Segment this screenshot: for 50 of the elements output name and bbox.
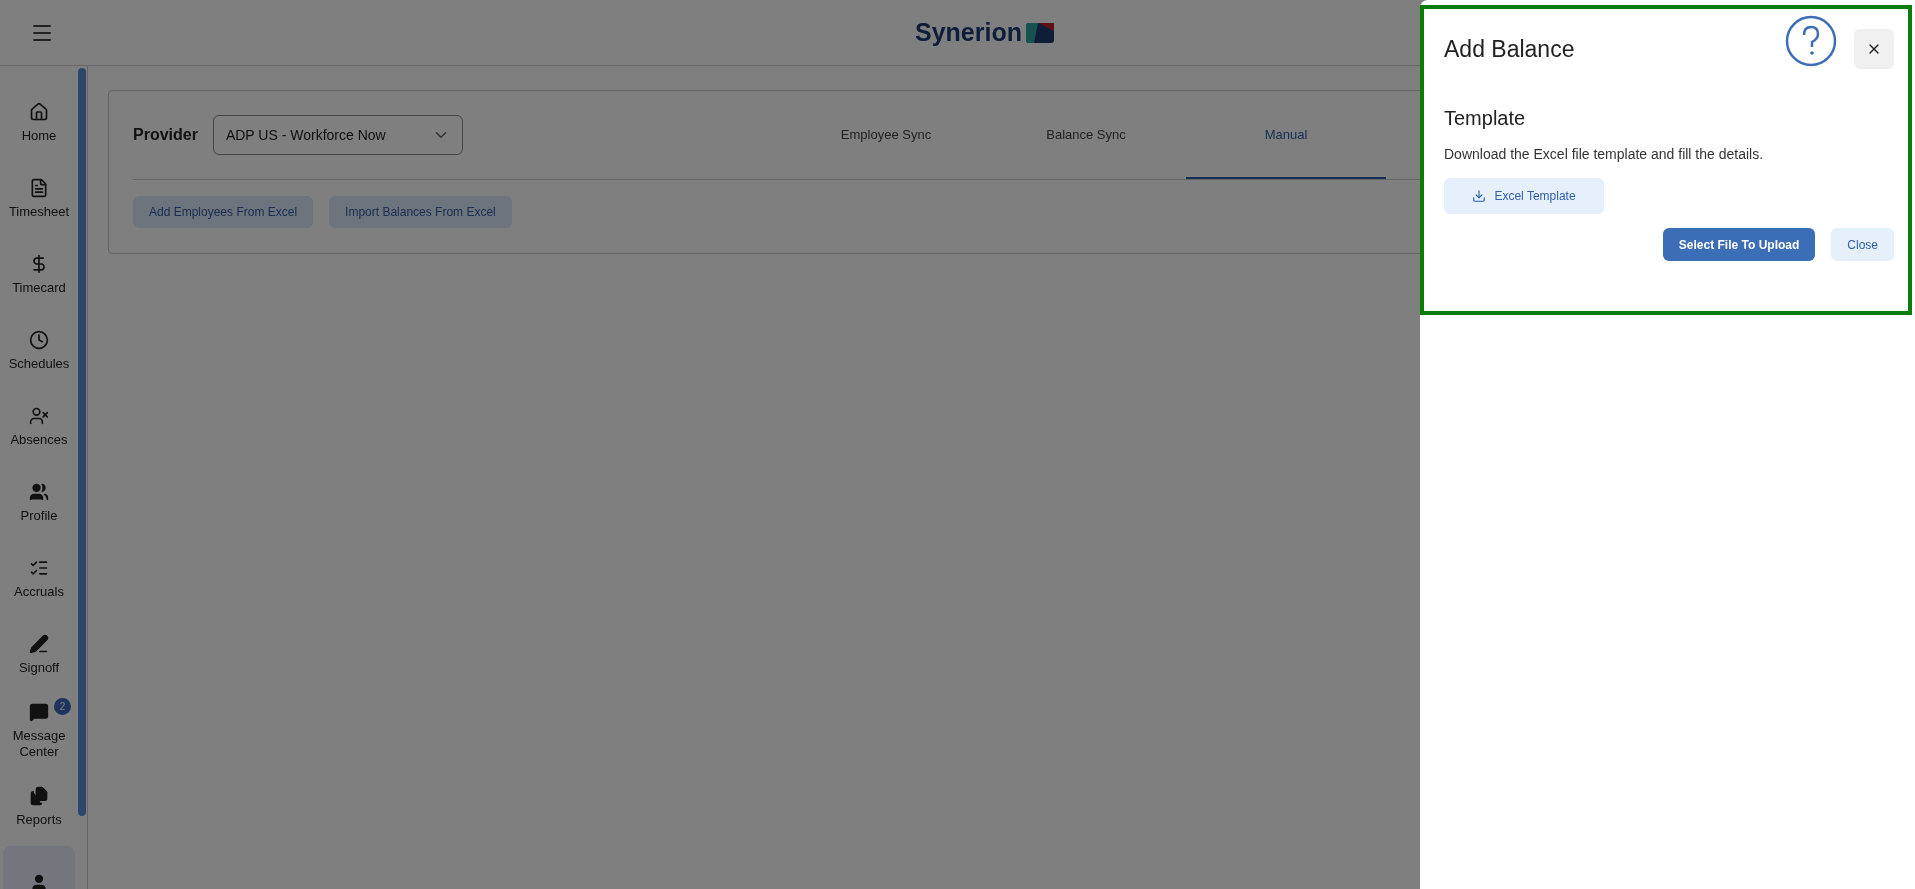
description-text: Download the Excel file template and fill the details. [1444,146,1765,162]
download-icon [1472,189,1487,203]
tab[interactable]: Balance Sync [986,91,1186,179]
sidebar-item[interactable]: Absences [3,390,75,464]
nav-icon [29,634,49,654]
nav-icon [29,330,49,350]
sidebar-item[interactable]: Message Center 2 [3,694,75,768]
nav-icon [29,406,49,426]
help-icon[interactable] [1785,15,1837,67]
sidebar-label: Timesheet [8,204,70,220]
sidebar-label: Signoff [18,660,60,676]
action-button[interactable]: Import Balances From Excel [329,196,512,228]
count-badge: 2 [54,698,71,715]
sidebar-item[interactable]: Timesheet [3,162,75,236]
nav-icon [29,178,49,198]
sidebar-item[interactable]: Accruals [3,542,75,616]
sidebar-item[interactable]: Home [3,86,75,160]
provider-label: Provider [133,126,198,144]
sidebar-label: Absences [10,432,68,448]
logo-text: Synerion [915,18,1022,47]
logo-icon [1026,22,1054,43]
sidebar-label: Timecard [12,280,66,296]
close-text-button[interactable]: Close [1831,228,1894,261]
sidebar-label: Schedules [8,356,70,372]
nav-icon [29,702,49,722]
sidebar-label: Accruals [14,584,64,600]
nav-icon [29,786,49,806]
section-title: Template [1444,107,1527,130]
sidebar-label: Home [21,128,57,144]
sidebar-item[interactable]: Signoff [3,618,75,692]
scrollbar[interactable] [78,68,86,816]
sidebar-label: Message Center [11,728,67,760]
tab[interactable]: Employee Sync [786,91,986,179]
sidebar-item[interactable]: Schedules [3,314,75,388]
nav-icon [29,102,49,122]
sidebar-item[interactable]: Profile [3,466,75,540]
tab[interactable]: Manual [1186,91,1386,179]
close-button[interactable] [1854,29,1894,69]
sidebar-label: Profile [20,508,58,524]
upload-button[interactable]: Select File To Upload [1662,228,1816,261]
sidebar-label: Reports [16,812,62,828]
drawer-title: Add Balance [1444,35,1575,63]
nav-icon [29,482,49,502]
nav-icon [29,558,49,578]
nav-icon [29,873,49,889]
sidebar-item[interactable]: Reports [3,770,75,844]
provider-select[interactable]: ADP US - Workforce Now [212,115,463,155]
sidebar-item[interactable]: Timecard [3,238,75,312]
action-button[interactable]: Add Employees From Excel [133,196,314,228]
template-button[interactable]: Excel Template [1444,178,1604,214]
